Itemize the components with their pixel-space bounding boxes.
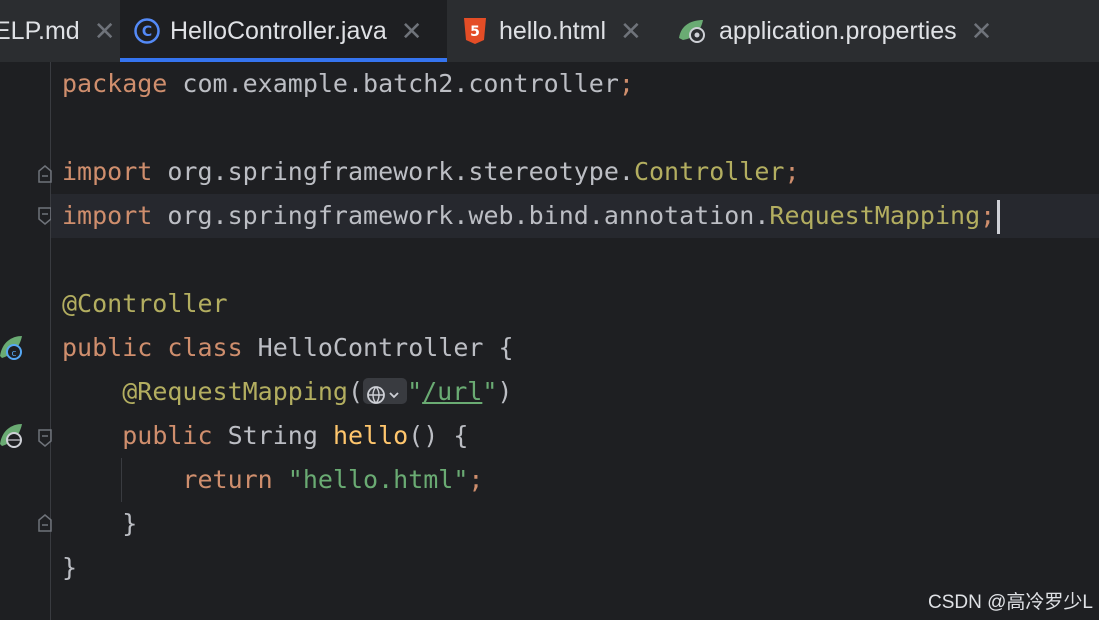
code-line-12[interactable]: } (51, 546, 1099, 590)
tab-readme[interactable]: ELP.md ✕ (0, 0, 116, 62)
tab-label: HelloController.java (170, 16, 387, 45)
code-line-10[interactable]: return "hello.html"; (51, 458, 1099, 502)
url-link[interactable]: /url (422, 377, 482, 406)
svg-text:c: c (12, 349, 17, 359)
editor-tab-bar: ELP.md ✕ C HelloController.java ✕ 5 hell… (0, 0, 1099, 63)
keyword: import (62, 201, 153, 230)
annotation: @RequestMapping (122, 377, 348, 406)
paren: ( (348, 377, 364, 406)
svg-text:5: 5 (470, 24, 480, 40)
code-line-6[interactable]: @Controller (51, 282, 1099, 326)
spring-bean-icon[interactable]: c (0, 334, 26, 362)
code-line-9[interactable]: public String hello() { (51, 414, 1099, 458)
method-name: hello (332, 421, 409, 450)
semicolon: ; (468, 465, 484, 494)
imported-class: Controller (633, 157, 785, 186)
return-type: String (212, 421, 333, 450)
keyword: package (62, 69, 168, 98)
code-line-4[interactable]: import org.springframework.web.bind.anno… (51, 194, 1099, 238)
imported-class: RequestMapping (769, 201, 981, 230)
code-editor[interactable]: package com.example.batch2.controller; i… (51, 62, 1099, 620)
tab-hello-controller[interactable]: C HelloController.java ✕ (120, 0, 447, 62)
closing-brace: } (122, 509, 138, 538)
paren: ) (497, 377, 513, 406)
import-path: org.springframework.web.bind.annotation. (152, 201, 770, 230)
fold-marker-icon[interactable] (38, 165, 52, 183)
keyword: import (62, 157, 153, 186)
keyword: return (182, 465, 273, 494)
java-class-icon: C (134, 18, 160, 44)
close-icon[interactable]: ✕ (94, 16, 116, 47)
fold-marker-icon[interactable] (38, 207, 52, 225)
tab-hello-html[interactable]: 5 hello.html ✕ (463, 0, 655, 62)
close-icon[interactable]: ✕ (620, 16, 642, 47)
close-icon[interactable]: ✕ (971, 16, 993, 47)
code-line-8[interactable]: @RequestMapping( "/url") (51, 370, 1099, 414)
keyword: public (122, 421, 213, 450)
semicolon: ; (980, 201, 996, 230)
spring-web-endpoint-icon[interactable] (0, 422, 26, 450)
tab-label: ELP.md (0, 16, 80, 45)
tab-label: application.properties (719, 16, 957, 45)
annotation: @Controller (62, 289, 228, 318)
keyword: public class (62, 333, 243, 362)
html5-icon: 5 (463, 18, 489, 44)
semicolon: ; (618, 69, 634, 98)
code-line-3[interactable]: import org.springframework.stereotype.Co… (51, 150, 1099, 194)
closing-brace: } (62, 553, 78, 582)
class-declaration: HelloController { (242, 333, 514, 362)
method-signature: () { (408, 421, 469, 450)
editor-gutter: c (0, 62, 52, 620)
code-line-1[interactable]: package com.example.batch2.controller; (51, 62, 1099, 106)
watermark: CSDN @高冷罗少L (928, 592, 1093, 613)
string-quote: " (407, 377, 423, 406)
tab-label: hello.html (499, 16, 606, 45)
close-icon[interactable]: ✕ (401, 16, 423, 47)
code-line-7[interactable]: public class HelloController { (51, 326, 1099, 370)
http-client-globe-icon[interactable] (363, 378, 408, 404)
tab-application-properties[interactable]: application.properties ✕ (677, 0, 997, 62)
code-line-11[interactable]: } (51, 502, 1099, 546)
spring-properties-icon (677, 18, 709, 44)
text-caret (997, 200, 1001, 234)
package-name: com.example.batch2.controller (167, 69, 619, 98)
fold-marker-icon[interactable] (38, 429, 52, 447)
string-literal: "hello.html" (272, 465, 469, 494)
string-quote: " (482, 377, 498, 406)
svg-text:C: C (142, 24, 152, 40)
import-path: org.springframework.stereotype. (152, 157, 634, 186)
semicolon: ; (784, 157, 800, 186)
fold-marker-icon[interactable] (38, 514, 52, 532)
